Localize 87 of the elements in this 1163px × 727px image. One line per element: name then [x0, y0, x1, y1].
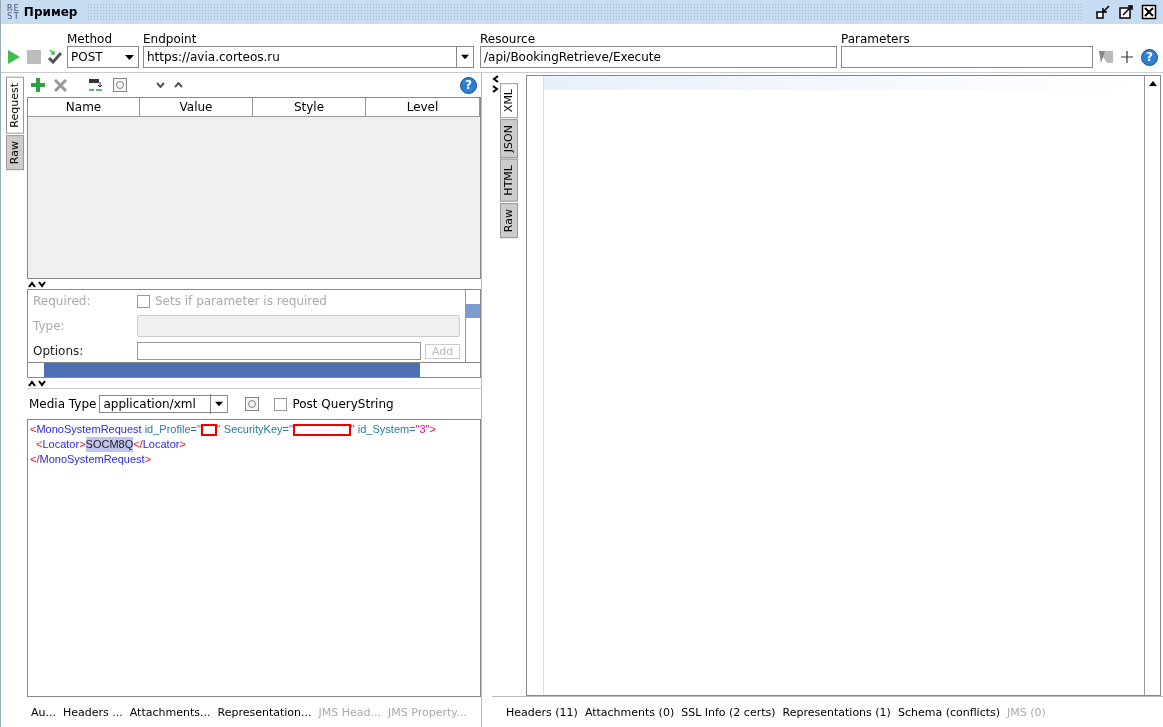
code-token: id_System=	[356, 422, 416, 437]
code-token: MonoSystemRequest	[39, 452, 145, 467]
bottom-tab[interactable]: Schema (conflicts)	[897, 705, 1001, 719]
bottom-tab[interactable]: SSL Info (2 certs)	[681, 705, 776, 719]
flag-icon[interactable]	[1099, 51, 1113, 63]
horizontal-scrollbar[interactable]	[27, 362, 481, 378]
collapse-icon[interactable]	[28, 280, 46, 288]
code-token: Locator	[142, 437, 180, 452]
bottom-tab[interactable]: Attachments (0)	[584, 705, 675, 719]
refresh-icon[interactable]	[245, 397, 260, 411]
maximize-icon[interactable]	[1118, 4, 1134, 20]
minimize-icon[interactable]	[1095, 4, 1111, 20]
code-token: Locator	[42, 437, 80, 452]
side-tab[interactable]: XML	[500, 83, 518, 119]
code-token: SecurityKey=	[222, 422, 289, 437]
dropdown-arrow-icon	[125, 54, 134, 60]
column-header[interactable]: Level	[366, 98, 480, 117]
endpoint-dropdown[interactable]: https://avia.corteos.ru	[143, 46, 474, 68]
check-icon[interactable]	[47, 49, 63, 65]
required-label: Required:	[33, 294, 92, 308]
side-tab[interactable]: Raw	[6, 134, 24, 170]
chevron-down-icon[interactable]	[156, 82, 165, 88]
code-token: <	[36, 437, 43, 452]
column-header[interactable]: Value	[140, 98, 253, 117]
code-token: </	[30, 452, 40, 467]
checkbox-label: Post QueryString	[292, 397, 394, 411]
checkbox[interactable]	[274, 397, 288, 411]
close-icon[interactable]	[1141, 4, 1157, 20]
delete-icon[interactable]	[54, 78, 67, 92]
code-token: >	[79, 437, 86, 452]
redaction-box	[200, 423, 217, 436]
plus-icon[interactable]	[31, 78, 45, 92]
scrollbar[interactable]	[465, 290, 480, 362]
plus-icon[interactable]	[1121, 51, 1133, 63]
refresh-icon[interactable]	[113, 78, 127, 92]
bottom-tab[interactable]: Au...	[31, 705, 56, 719]
code-token: id_Profile=	[143, 422, 197, 437]
bottom-tab[interactable]: Headers (11)	[506, 705, 578, 719]
bottom-tab[interactable]: Representation...	[217, 705, 312, 719]
code-token: >	[179, 437, 186, 452]
type-label: Type:	[33, 319, 66, 333]
code-token: >	[144, 452, 152, 467]
method-dropdown[interactable]: POST	[67, 46, 139, 68]
code-token: "	[288, 422, 293, 437]
code-token: </	[133, 437, 143, 452]
media-type-label: Media Type	[29, 397, 97, 411]
logo-icon: RE ST	[7, 4, 20, 20]
chevron-up-icon[interactable]	[174, 82, 183, 88]
bottom-tab[interactable]: Attachments...	[129, 705, 211, 719]
column-header[interactable]: Name	[28, 98, 140, 117]
options-field[interactable]	[137, 342, 421, 360]
code-editor[interactable]: <MonoSystemRequest id_Profile=" " SecurityKey=" " id_System="3"> <Locator>SOCM8Q</Locator> </MonoSystemRequest>	[27, 419, 481, 697]
parameters-field[interactable]	[841, 46, 1093, 68]
endpoint-label: Endpoint	[143, 32, 198, 46]
side-tab[interactable]: HTML	[500, 159, 518, 202]
redaction-box	[292, 423, 351, 436]
checkbox-label: Sets if parameter is required	[155, 294, 327, 308]
link-icon[interactable]	[88, 78, 104, 92]
code-token: "3"	[415, 422, 430, 437]
code-token: SOCM8Q	[85, 437, 134, 452]
code-token: "	[350, 422, 355, 437]
bottom-tab[interactable]: Representations (1)	[782, 705, 891, 719]
code-token: MonoSystemRequest	[36, 422, 142, 437]
scroll-up-icon[interactable]	[1148, 81, 1157, 86]
collapse-icon[interactable]	[28, 379, 46, 387]
scrollbar[interactable]	[1144, 76, 1160, 695]
method-label: Method	[67, 32, 113, 46]
code-token: "	[216, 422, 221, 437]
side-tab[interactable]: Request	[6, 77, 24, 134]
code-token: >	[429, 422, 436, 437]
side-tab[interactable]: Raw	[500, 202, 518, 239]
play-icon[interactable]	[7, 49, 21, 65]
bottom-tab[interactable]: Headers ...	[63, 705, 123, 719]
code-token: "	[196, 422, 201, 437]
help-button[interactable]: ?	[1141, 48, 1158, 66]
resource-field[interactable]: /api/BookingRetrieve/Execute	[480, 46, 837, 68]
options-label: Options:	[33, 344, 85, 358]
help-button[interactable]: ?	[460, 76, 477, 94]
resource-label: Resource	[480, 32, 537, 46]
window-title: Пример	[23, 5, 78, 19]
side-tab[interactable]: JSON	[500, 119, 518, 159]
parameters-label: Parameters	[841, 32, 911, 46]
column-header[interactable]: Style	[253, 98, 366, 117]
collapse-icon[interactable]	[492, 75, 499, 93]
checkbox[interactable]	[137, 294, 150, 308]
media-type-dropdown[interactable]: application/xml	[99, 395, 229, 413]
code-token: <	[30, 422, 37, 437]
